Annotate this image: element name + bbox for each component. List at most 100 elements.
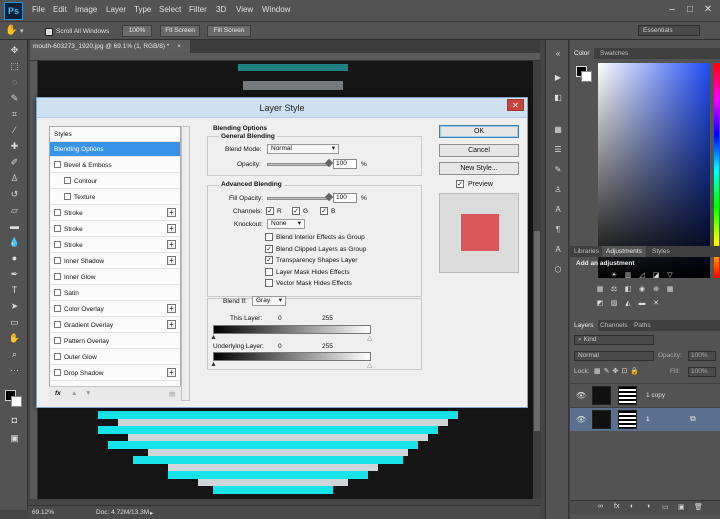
blend-option-checkbox[interactable] <box>265 279 273 287</box>
paragraph-panel-icon[interactable]: ¶ <box>552 224 564 236</box>
new-group-icon[interactable]: ▭ <box>662 503 669 511</box>
tab-paths[interactable]: Paths <box>630 320 655 331</box>
menu-type[interactable]: Type <box>134 5 151 14</box>
fx-icon[interactable]: fx <box>55 390 61 397</box>
underlying-white-slider-icon[interactable]: △ <box>367 361 372 369</box>
new-style-button[interactable]: New Style... <box>439 162 519 175</box>
zoom-level[interactable]: 69.12% <box>32 509 54 516</box>
eye-icon[interactable]: 👁 <box>576 391 586 400</box>
layer-row[interactable]: 👁 1 copy <box>570 383 720 407</box>
scrollbar-thumb[interactable] <box>534 231 540 431</box>
add-style-plus-icon[interactable]: + <box>167 368 176 377</box>
fill-screen-button[interactable]: Fill Screen <box>207 25 251 37</box>
more-tools-icon[interactable]: ⋯ <box>8 364 21 376</box>
blend-option-checkbox[interactable]: ✓ <box>265 256 273 264</box>
black-white-icon[interactable]: ◧ <box>624 286 632 294</box>
preview-checkbox[interactable]: ✓ <box>456 180 464 188</box>
color-balance-icon[interactable]: ⚖ <box>610 286 618 294</box>
styles-header[interactable]: Styles <box>50 127 180 142</box>
tab-styles[interactable]: Styles <box>648 246 674 257</box>
brushes-panel-icon[interactable]: ✎ <box>552 164 564 176</box>
document-tab-close-icon[interactable]: × <box>177 43 181 50</box>
style-item[interactable]: Stroke + <box>50 222 180 237</box>
style-checkbox[interactable] <box>54 369 61 376</box>
scroll-all-windows-checkbox[interactable] <box>45 28 53 36</box>
style-checkbox[interactable] <box>54 225 61 232</box>
menu-window[interactable]: Window <box>262 5 290 14</box>
fit-screen-button[interactable]: Fit Screen <box>160 25 200 37</box>
channel-r-checkbox[interactable]: ✓ <box>266 207 274 215</box>
style-item[interactable]: Contour <box>50 174 180 189</box>
opacity-slider[interactable] <box>267 163 329 166</box>
style-item[interactable]: Inner Glow <box>50 270 180 285</box>
background-color-swatch[interactable] <box>11 396 22 407</box>
brush-tool-icon[interactable]: ✐ <box>8 156 21 168</box>
shape-tool-icon[interactable]: ▭ <box>8 316 21 328</box>
history-brush-tool-icon[interactable]: ↺ <box>8 188 21 200</box>
quick-mask-icon[interactable]: ◘ <box>8 414 21 426</box>
hue-saturation-icon[interactable]: ▦ <box>596 286 604 294</box>
3d-panel-icon[interactable]: ⬡ <box>552 264 564 276</box>
clone-source-panel-icon[interactable]: ♙ <box>552 184 564 196</box>
eraser-tool-icon[interactable]: ▱ <box>8 204 21 216</box>
style-checkbox[interactable] <box>64 177 71 184</box>
minimize-icon[interactable]: – <box>666 4 678 16</box>
add-mask-icon[interactable]: ◐ <box>630 503 634 510</box>
layer-fill-field[interactable]: 100% <box>688 367 716 377</box>
zoom-100-button[interactable]: 100% <box>122 25 152 37</box>
gradient-map-icon[interactable]: ▬ <box>638 300 646 308</box>
ok-button[interactable]: OK <box>439 125 519 138</box>
cancel-button[interactable]: Cancel <box>439 144 519 157</box>
dodge-tool-icon[interactable]: ● <box>8 252 21 264</box>
glyphs-panel-icon[interactable]: A <box>552 244 564 256</box>
style-item[interactable]: Texture <box>50 190 180 205</box>
collapse-panels-icon[interactable]: « <box>552 48 564 60</box>
layer-blend-mode-select[interactable]: Normal <box>574 351 654 361</box>
hand-tool-icon[interactable]: ✋ <box>8 332 21 344</box>
style-item[interactable]: Bevel & Emboss <box>50 158 180 173</box>
style-item[interactable]: Outer Glow <box>50 350 180 365</box>
status-menu-chevron-icon[interactable]: ▸ <box>150 509 153 517</box>
style-checkbox[interactable] <box>54 353 61 360</box>
curves-icon[interactable]: ◿ <box>638 272 646 280</box>
vibrance-icon[interactable]: ▽ <box>666 272 674 280</box>
delete-layer-icon[interactable]: 🗑 <box>694 503 703 511</box>
layer-filter-select[interactable]: ⌕ Kind <box>574 335 654 345</box>
healing-brush-tool-icon[interactable]: ✚ <box>8 140 21 152</box>
blur-tool-icon[interactable]: 💧 <box>8 236 21 248</box>
properties-panel-icon[interactable]: ☰ <box>552 144 564 156</box>
crop-tool-icon[interactable]: ⌗ <box>8 108 21 120</box>
menu-edit[interactable]: Edit <box>53 5 67 14</box>
link-layers-icon[interactable]: ∞ <box>598 503 603 510</box>
blend-mode-select[interactable]: Normal ▾ <box>267 144 339 154</box>
channel-mixer-icon[interactable]: ⊕ <box>652 286 660 294</box>
menu-layer[interactable]: Layer <box>106 5 126 14</box>
style-checkbox[interactable] <box>54 321 61 328</box>
style-item[interactable]: Blending Options <box>50 142 180 157</box>
style-checkbox[interactable] <box>54 161 61 168</box>
levels-icon[interactable]: ▥ <box>624 272 632 280</box>
clone-stamp-tool-icon[interactable]: ♙ <box>8 172 21 184</box>
fill-opacity-slider[interactable] <box>267 197 329 200</box>
new-layer-icon[interactable]: ▣ <box>678 503 685 511</box>
layer-name[interactable]: 1 <box>646 416 650 423</box>
tab-libraries[interactable]: Libraries <box>570 246 603 257</box>
style-item[interactable]: Pattern Overlay <box>50 334 180 349</box>
blend-option-checkbox[interactable] <box>265 267 273 276</box>
channel-g-checkbox[interactable]: ✓ <box>292 207 300 215</box>
tab-color[interactable]: Color <box>570 48 594 59</box>
adjustment-layer-icon[interactable]: ◑ <box>646 503 650 510</box>
screen-mode-icon[interactable]: ▣ <box>8 432 21 444</box>
menu-select[interactable]: Select <box>159 5 181 14</box>
channel-b-checkbox[interactable]: ✓ <box>320 207 328 215</box>
underlying-black-slider-icon[interactable]: ▲ <box>210 361 217 368</box>
style-checkbox[interactable] <box>54 305 61 312</box>
menu-3d[interactable]: 3D <box>216 5 226 14</box>
add-style-plus-icon[interactable]: + <box>167 224 176 233</box>
style-checkbox[interactable] <box>54 257 61 264</box>
move-tool-icon[interactable]: ✥ <box>8 44 21 56</box>
canvas-vertical-scrollbar[interactable] <box>533 61 541 499</box>
color-lookup-icon[interactable]: ▦ <box>666 286 674 294</box>
add-style-plus-icon[interactable]: + <box>167 320 176 329</box>
style-checkbox[interactable] <box>54 273 61 280</box>
